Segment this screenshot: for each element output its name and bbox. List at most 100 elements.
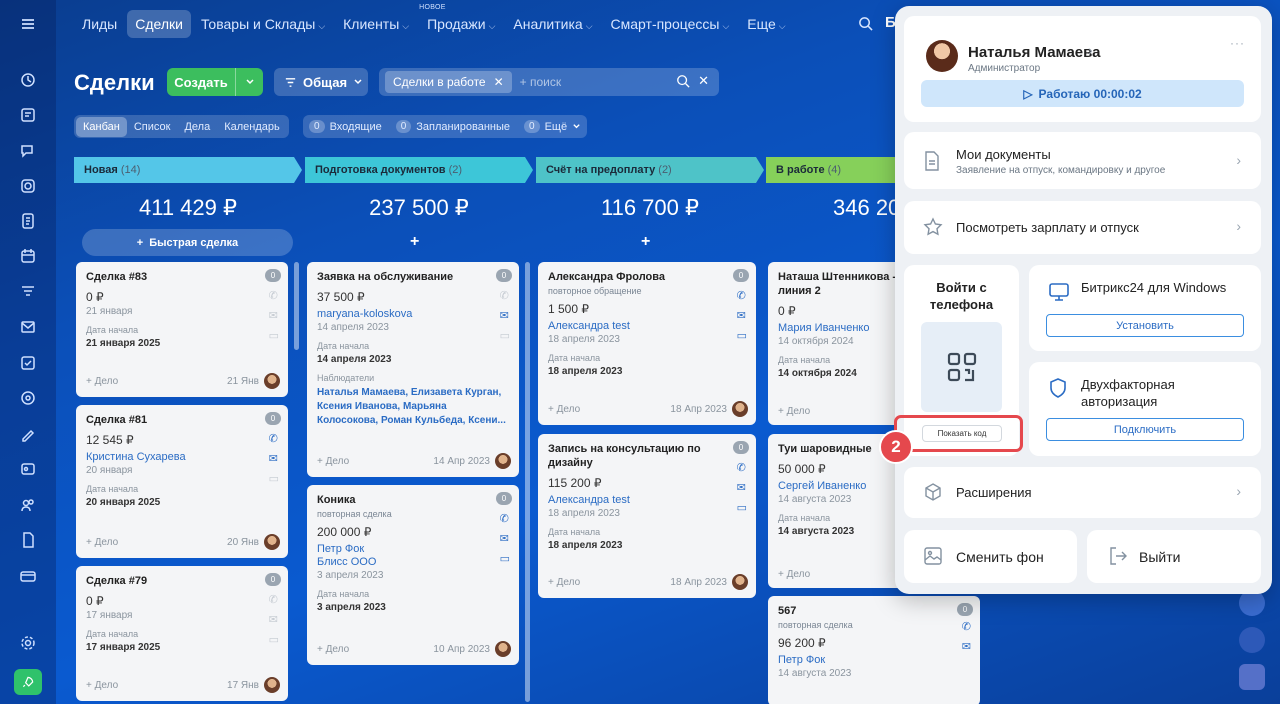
chat-icon[interactable] xyxy=(14,137,42,165)
add-deal-button[interactable]: + xyxy=(410,233,419,251)
card-icon[interactable] xyxy=(14,562,42,590)
deal-title[interactable]: Сделка #83 xyxy=(86,270,278,284)
deal-title[interactable]: 567 xyxy=(778,604,970,618)
filter-search-box[interactable]: Сделки в работе ✕ + поиск ✕ xyxy=(379,68,719,96)
salary-row[interactable]: Посмотреть зарплату и отпуск › xyxy=(904,201,1261,254)
add-deal-button[interactable]: + xyxy=(641,233,650,251)
create-button[interactable]: Создать xyxy=(167,68,263,96)
general-pipeline-button[interactable]: Общая xyxy=(274,68,368,96)
avatar[interactable] xyxy=(1239,627,1265,653)
deal-title[interactable]: Сделка #81 xyxy=(86,413,278,427)
deal-card[interactable]: Александра Фролова повторное обращение 1… xyxy=(538,262,756,425)
add-activity-link[interactable]: + Дело xyxy=(86,376,118,387)
nav-deals[interactable]: Сделки xyxy=(127,10,191,38)
stage-header-invoice[interactable]: Счёт на предоплату (2) xyxy=(536,157,764,183)
deal-title[interactable]: Наташа Штенникова - линия 2 xyxy=(778,270,898,298)
chevron-right-icon[interactable]: › xyxy=(1088,42,1093,58)
mail-icon[interactable]: ✉ xyxy=(269,452,279,465)
nav-more[interactable]: Еще ⌵ xyxy=(739,10,793,38)
docs-icon[interactable] xyxy=(14,207,42,235)
rocket-icon[interactable] xyxy=(14,669,42,695)
deal-card[interactable]: Сделка #81 12 545 ₽ Кристина Сухарева 20… xyxy=(76,405,288,558)
search-input[interactable]: + поиск xyxy=(520,75,561,89)
add-activity-link[interactable]: + Дело xyxy=(86,680,118,691)
search-icon[interactable] xyxy=(676,74,690,88)
chat-icon[interactable]: ▭ xyxy=(500,329,510,342)
phone-icon[interactable]: ✆ xyxy=(962,620,971,633)
refresh-icon[interactable] xyxy=(14,66,42,94)
mail-icon[interactable]: ✉ xyxy=(500,309,510,322)
company-link[interactable]: Блисс ООО xyxy=(317,556,509,568)
settings-icon[interactable] xyxy=(14,629,42,657)
tasks-icon[interactable] xyxy=(14,349,42,377)
deal-title[interactable]: Александра Фролова xyxy=(548,270,746,284)
phone-icon[interactable]: ✆ xyxy=(269,289,279,302)
stage-header-in-work[interactable]: В работе (4) xyxy=(766,157,906,183)
close-icon[interactable]: ✕ xyxy=(494,75,504,89)
add-activity-link[interactable]: + Дело xyxy=(86,537,118,548)
add-activity-link[interactable]: + Дело xyxy=(778,569,810,580)
add-activity-link[interactable]: + Дело xyxy=(548,404,580,415)
counter-planned[interactable]: 0 Запланированные xyxy=(395,120,510,133)
stage-header-docs[interactable]: Подготовка документов (2) xyxy=(305,157,533,183)
work-time-button[interactable]: ▷ Работаю 00:00:02 xyxy=(921,80,1244,107)
counter-incoming[interactable]: 0 Входящие xyxy=(309,120,382,133)
deal-title[interactable]: Запись на консультацию по дизайну xyxy=(548,442,746,470)
tab-calendar[interactable]: Календарь xyxy=(217,117,287,137)
observers-list[interactable]: Наталья Мамаева, Елизавета Курган, Ксени… xyxy=(317,386,509,428)
column-scrollbar[interactable] xyxy=(525,262,530,702)
menu-icon[interactable] xyxy=(14,10,42,38)
avatar[interactable] xyxy=(926,40,958,72)
mail-icon[interactable]: ✉ xyxy=(737,481,747,494)
team-icon[interactable] xyxy=(14,491,42,519)
deal-card[interactable]: Сделка #83 0 ₽ 21 января Дата начала 21 … xyxy=(76,262,288,397)
install-button[interactable]: Установить xyxy=(1046,314,1244,337)
deal-card[interactable]: Заявка на обслуживание 37 500 ₽ maryana-… xyxy=(307,262,519,477)
client-link[interactable]: Кристина Сухарева xyxy=(86,451,278,463)
counter-more[interactable]: 0 Ещё xyxy=(524,120,581,133)
chat-icon[interactable]: ▭ xyxy=(269,633,279,646)
logout-button[interactable]: Выйти xyxy=(1087,530,1261,583)
phone-icon[interactable]: ✆ xyxy=(500,512,510,525)
funnel-icon[interactable] xyxy=(14,278,42,306)
add-activity-link[interactable]: + Дело xyxy=(548,577,580,588)
feed-icon[interactable] xyxy=(14,101,42,129)
phone-icon[interactable]: ✆ xyxy=(500,289,510,302)
client-link[interactable]: Александра test xyxy=(548,494,746,506)
deal-card[interactable]: Сделка #79 0 ₽ 17 января Дата начала 17 … xyxy=(76,566,288,701)
more-icon[interactable]: ··· xyxy=(1230,36,1245,50)
extensions-row[interactable]: Расширения › xyxy=(904,467,1261,518)
calendar-icon[interactable] xyxy=(14,242,42,270)
tab-kanban[interactable]: Канбан xyxy=(76,116,127,137)
change-background-button[interactable]: Сменить фон xyxy=(904,530,1077,583)
phone-icon[interactable]: ✆ xyxy=(269,593,279,606)
group-avatar[interactable] xyxy=(1239,664,1265,690)
add-activity-link[interactable]: + Дело xyxy=(317,644,349,655)
deal-title[interactable]: Сделка #79 xyxy=(86,574,278,588)
filter-chip[interactable]: Сделки в работе ✕ xyxy=(385,71,512,93)
client-link[interactable]: maryana-koloskova xyxy=(317,308,509,320)
add-activity-link[interactable]: + Дело xyxy=(317,456,349,467)
mail-icon[interactable]: ✉ xyxy=(269,613,279,626)
chat-icon[interactable]: ▭ xyxy=(737,501,747,514)
client-link[interactable]: Александра test xyxy=(548,320,746,332)
mail-icon[interactable]: ✉ xyxy=(737,309,747,322)
close-icon[interactable]: ✕ xyxy=(698,74,709,88)
tab-list[interactable]: Список xyxy=(127,117,178,137)
my-documents-row[interactable]: Мои документы Заявление на отпуск, коман… xyxy=(904,132,1261,189)
chat-icon[interactable]: ▭ xyxy=(500,552,510,565)
mail-icon[interactable]: ✉ xyxy=(500,532,510,545)
nav-leads[interactable]: Лиды xyxy=(74,10,125,38)
stage-header-new[interactable]: Новая (14) xyxy=(74,157,302,183)
connect-button[interactable]: Подключить xyxy=(1046,418,1244,441)
nav-products[interactable]: Товары и Склады ⌵ xyxy=(193,10,333,38)
add-activity-link[interactable]: + Дело xyxy=(778,406,810,417)
phone-icon[interactable]: ✆ xyxy=(737,289,747,302)
deal-title[interactable]: Коника xyxy=(317,493,509,507)
deal-card[interactable]: Коника повторная сделка 200 000 ₽ Петр Ф… xyxy=(307,485,519,665)
deal-card[interactable]: 567 повторная сделка 96 200 ₽ Петр Фок 1… xyxy=(768,596,980,704)
chat-icon[interactable]: ▭ xyxy=(269,329,279,342)
nav-smart-processes[interactable]: Смарт-процессы ⌵ xyxy=(603,10,738,38)
sign-icon[interactable] xyxy=(14,420,42,448)
chat-icon[interactable]: ▭ xyxy=(737,329,747,342)
